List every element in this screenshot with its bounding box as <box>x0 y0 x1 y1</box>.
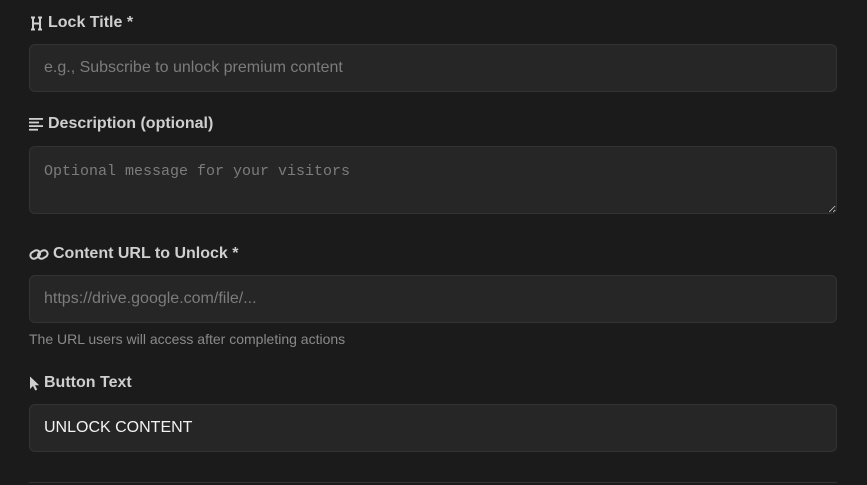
lock-title-label: Lock Title * <box>29 12 133 34</box>
cursor-icon <box>29 376 40 391</box>
button-text-label-text: Button Text <box>44 374 132 391</box>
description-label-text: Description (optional) <box>48 115 214 132</box>
button-text-label: Button Text <box>29 372 132 394</box>
lock-title-label-text: Lock Title * <box>48 14 134 31</box>
description-label: Description (optional) <box>29 113 213 135</box>
content-url-label: Content URL to Unlock * <box>29 243 238 265</box>
heading-icon <box>29 16 44 31</box>
align-left-icon <box>29 117 44 131</box>
link-icon <box>29 247 49 262</box>
content-url-label-text: Content URL to Unlock * <box>53 245 239 262</box>
description-textarea[interactable] <box>29 146 837 214</box>
next-field-border <box>29 482 837 483</box>
lock-title-input[interactable] <box>29 44 837 92</box>
button-text-input[interactable] <box>29 404 837 452</box>
content-url-help: The URL users will access after completi… <box>29 331 346 347</box>
content-url-input[interactable] <box>29 275 837 323</box>
